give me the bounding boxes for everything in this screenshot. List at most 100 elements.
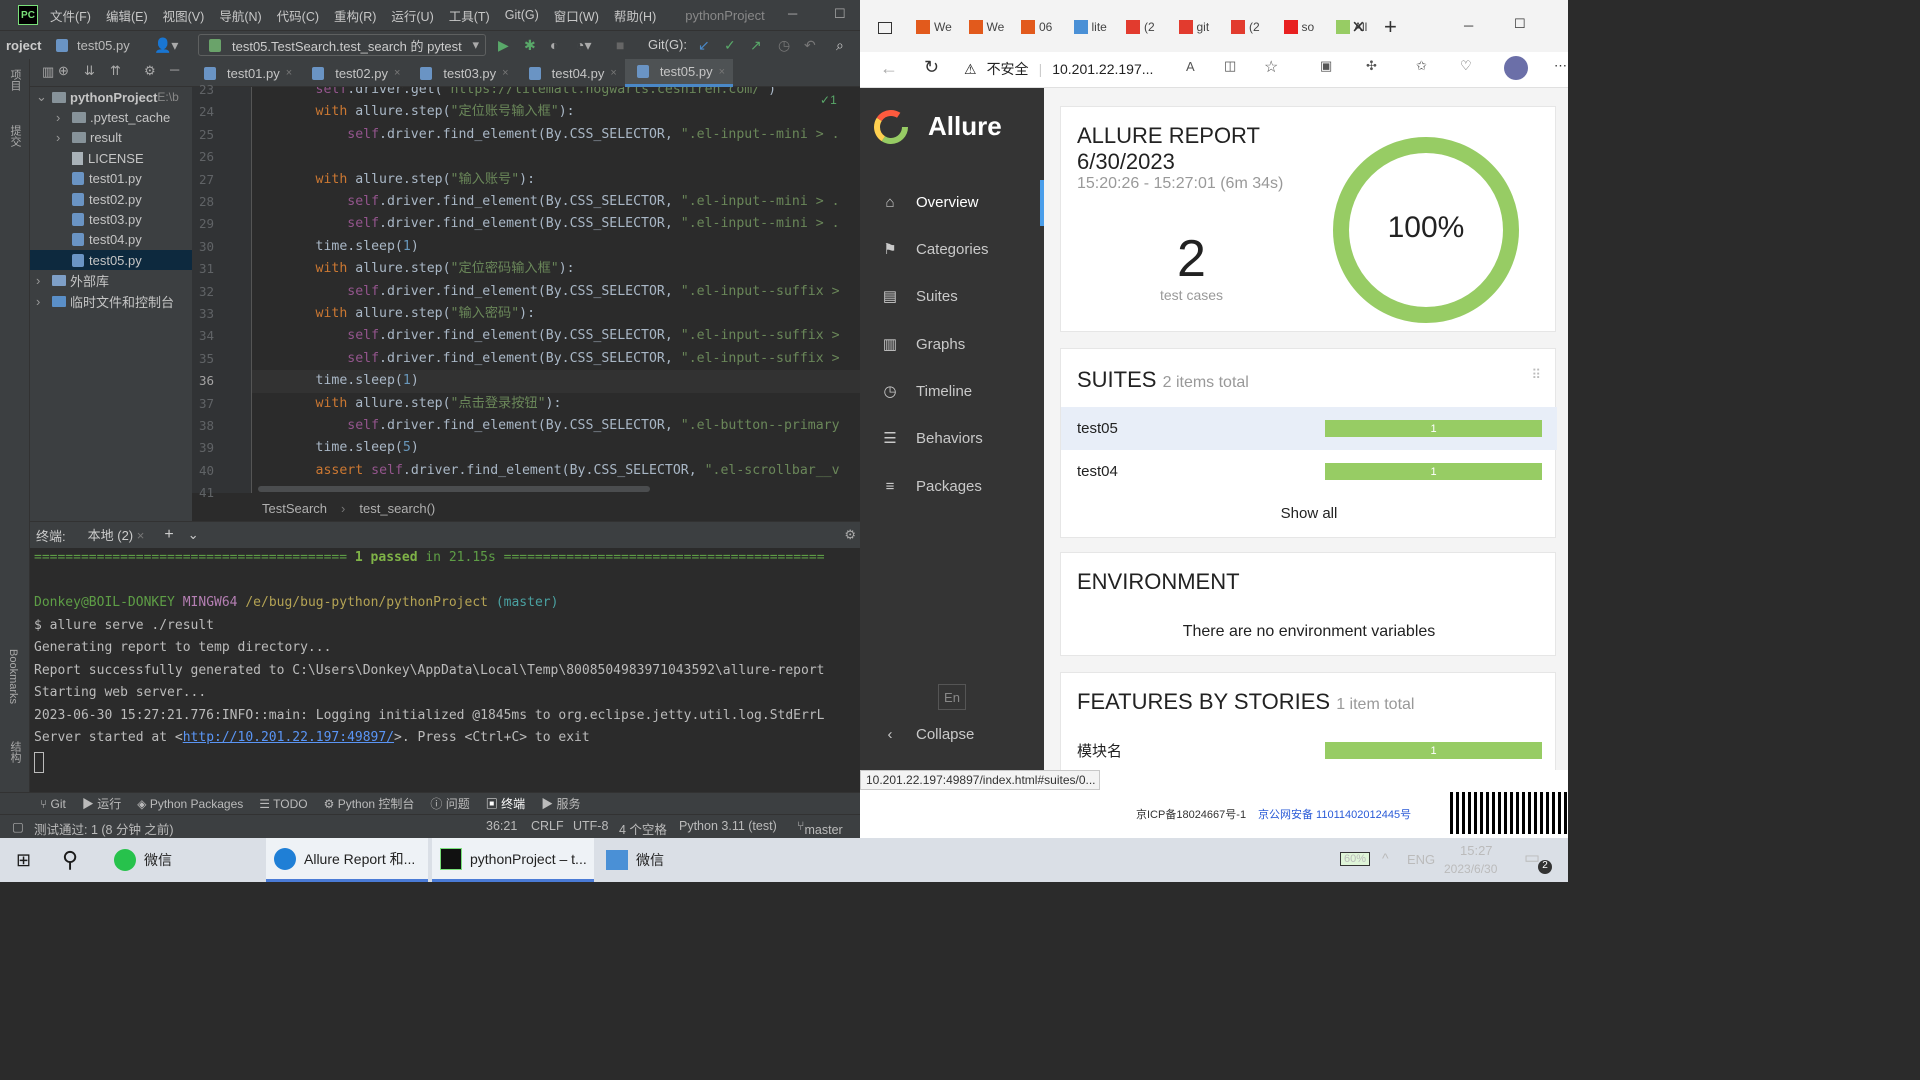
tree-item-license[interactable]: LICENSE <box>30 148 144 168</box>
menu-run[interactable]: 运行(U) <box>391 6 433 25</box>
code-line[interactable]: time.sleep(5) <box>252 437 419 459</box>
chevron-down-icon[interactable]: ⌄ <box>188 527 199 543</box>
icp-number[interactable]: 京ICP备18024667号-1 <box>1136 806 1246 822</box>
police-record[interactable]: 京公网安备 11011402012445号 <box>1258 806 1411 822</box>
menu-file[interactable]: 文件(F) <box>50 6 91 25</box>
feature-row[interactable]: 模块名 1 <box>1061 729 1557 770</box>
refresh-icon[interactable]: ↻ <box>924 57 939 78</box>
inspection-ok-icon[interactable]: ✓1 <box>820 93 837 107</box>
expand-arrow-icon[interactable]: ⌄ <box>36 89 52 105</box>
clock-date[interactable]: 2023/6/30 <box>1444 862 1497 876</box>
maximize-icon[interactable]: ☐ <box>834 6 846 22</box>
commit-tool-label[interactable]: 提交 <box>7 125 23 147</box>
tree-item--[interactable]: › 外部库 <box>30 271 109 291</box>
terminal-output[interactable]: ========================================… <box>30 548 860 788</box>
code-editor[interactable]: ✓1 self.driver.get('https://litemall.hog… <box>252 87 860 493</box>
tree-item-test02-py[interactable]: test02.py <box>30 189 142 209</box>
chevron-up-icon[interactable]: ^ <box>1382 850 1389 866</box>
code-line[interactable]: self.driver.get('https://litemall.hogwar… <box>252 87 777 101</box>
git-push-icon[interactable]: ↗ <box>750 37 762 54</box>
code-line[interactable]: with allure.step("输入账号"): <box>252 169 536 191</box>
search-icon[interactable]: ⌕ <box>836 37 844 54</box>
tree-item-pythonproject[interactable]: ⌄ pythonProject E:\b <box>30 87 179 107</box>
feature-passed-bar[interactable]: 1 <box>1325 742 1542 759</box>
code-line[interactable]: with allure.step("输入密码"): <box>252 303 536 325</box>
expand-arrow-icon[interactable]: › <box>36 294 52 309</box>
tree-item-test05-py[interactable]: test05.py <box>30 250 192 271</box>
address-text[interactable]: 10.201.22.197... <box>1052 61 1153 77</box>
profile-icon[interactable]: ◔▾ <box>576 37 591 54</box>
tool-tab-6[interactable]: ▣ 终端 <box>486 795 525 812</box>
nav-timeline[interactable]: ◷ Timeline <box>878 376 972 406</box>
windows-start-icon[interactable]: ⊞ <box>16 850 31 871</box>
horizontal-scrollbar[interactable] <box>258 486 650 492</box>
run-icon[interactable]: ▶ <box>498 37 509 54</box>
close-icon[interactable]: × <box>137 528 145 543</box>
code-line[interactable]: self.driver.find_element(By.CSS_SELECTOR… <box>252 348 839 370</box>
drag-handle-icon[interactable]: ⠿ <box>1531 367 1541 383</box>
favorites-icon[interactable]: ✩ <box>1416 58 1427 74</box>
run-config-select[interactable]: test05.TestSearch.test_search 的 pytest ▾ <box>198 34 486 56</box>
minimize-icon[interactable]: ─ <box>1464 18 1473 33</box>
nav-file[interactable]: test05.py <box>56 38 130 53</box>
collapse-all-icon[interactable]: ⇈ <box>110 63 121 79</box>
browser-tab-2[interactable]: 06 <box>1021 20 1052 34</box>
suites-show-all[interactable]: Show all <box>1061 505 1557 522</box>
suite-row[interactable]: test04 1 <box>1061 450 1557 493</box>
insecure-label[interactable]: 不安全 <box>987 59 1029 79</box>
tree-item--[interactable]: › 临时文件和控制台 <box>30 291 174 311</box>
close-icon[interactable]: × <box>394 67 400 79</box>
close-icon[interactable]: × <box>286 67 292 79</box>
close-icon[interactable]: × <box>610 67 616 79</box>
expand-arrow-icon[interactable]: › <box>36 273 52 288</box>
profile-avatar[interactable] <box>1504 56 1528 80</box>
close-icon[interactable]: × <box>1352 14 1365 40</box>
taskbar-wechat-1[interactable]: 微信 <box>106 838 262 882</box>
code-line[interactable]: self.driver.find_element(By.CSS_SELECTOR… <box>252 281 839 303</box>
browser-tab-5[interactable]: git <box>1178 20 1209 34</box>
back-icon[interactable]: ← <box>880 58 898 79</box>
tool-tab-2[interactable]: ◈ Python Packages <box>137 797 243 811</box>
breadcrumb-method[interactable]: test_search() <box>359 501 435 516</box>
browser-tab-3[interactable]: lite <box>1073 20 1107 34</box>
expand-all-icon[interactable]: ⇊ <box>84 63 95 79</box>
battery-indicator[interactable]: 60% <box>1340 852 1371 866</box>
add-terminal-icon[interactable]: + <box>164 526 173 544</box>
python-interpreter[interactable]: Python 3.11 (test) <box>679 819 777 833</box>
tool-tab-4[interactable]: ⚙ Python 控制台 <box>324 795 415 812</box>
extensions-icon[interactable]: ✣ <box>1366 58 1377 74</box>
tool-tab-3[interactable]: ☰ TODO <box>259 797 307 811</box>
gear-icon[interactable]: ⚙ <box>144 63 156 79</box>
status-panel-icon[interactable]: ▢ <box>12 819 24 834</box>
tab-test04-py[interactable]: test04.py × <box>517 59 625 87</box>
menu-window[interactable]: 窗口(W) <box>554 6 599 25</box>
coverage-icon[interactable]: ◐ <box>550 37 558 53</box>
suite-passed-bar[interactable]: 1 <box>1325 420 1542 437</box>
layout-icon[interactable]: ▥ <box>42 64 54 80</box>
tool-tab-5[interactable]: ⓘ 问题 <box>430 795 469 812</box>
code-line[interactable]: with allure.step("定位密码输入框"): <box>252 258 575 280</box>
stop-icon[interactable]: ■ <box>616 37 624 53</box>
menu-edit[interactable]: 编辑(E) <box>106 6 148 25</box>
nav-graphs[interactable]: ▥ Graphs <box>878 329 965 359</box>
history-icon[interactable]: ◷ <box>778 37 790 54</box>
tree-item-test03-py[interactable]: test03.py <box>30 209 142 229</box>
tree-item-test04-py[interactable]: test04.py <box>30 230 142 250</box>
code-line[interactable]: self.driver.find_element(By.CSS_SELECTOR… <box>252 415 839 437</box>
workspaces-icon[interactable]: ▣ <box>1320 58 1332 74</box>
code-line[interactable]: self.driver.find_element(By.CSS_SELECTOR… <box>252 124 839 146</box>
taskbar-pycharm[interactable]: pythonProject – t... <box>432 838 594 882</box>
git-branch[interactable]: ⑂ master <box>797 819 843 837</box>
split-screen-icon[interactable]: ◫ <box>1224 58 1236 74</box>
minimize-icon[interactable]: ─ <box>788 6 797 21</box>
tree-item--pytest-cache[interactable]: › .pytest_cache <box>30 107 170 127</box>
menu-view[interactable]: 视图(V) <box>163 6 205 25</box>
tool-tab-1[interactable]: ▶ 运行 <box>82 795 121 812</box>
tree-item-result[interactable]: › result <box>30 128 122 148</box>
browser-tab-1[interactable]: We <box>968 20 1004 34</box>
line-separator[interactable]: CRLF <box>531 819 564 833</box>
read-aloud-icon[interactable]: A <box>1186 59 1195 74</box>
suite-row[interactable]: test05 1 <box>1061 407 1557 450</box>
nav-suites[interactable]: ▤ Suites <box>878 281 958 311</box>
cursor-position[interactable]: 36:21 <box>486 819 517 833</box>
